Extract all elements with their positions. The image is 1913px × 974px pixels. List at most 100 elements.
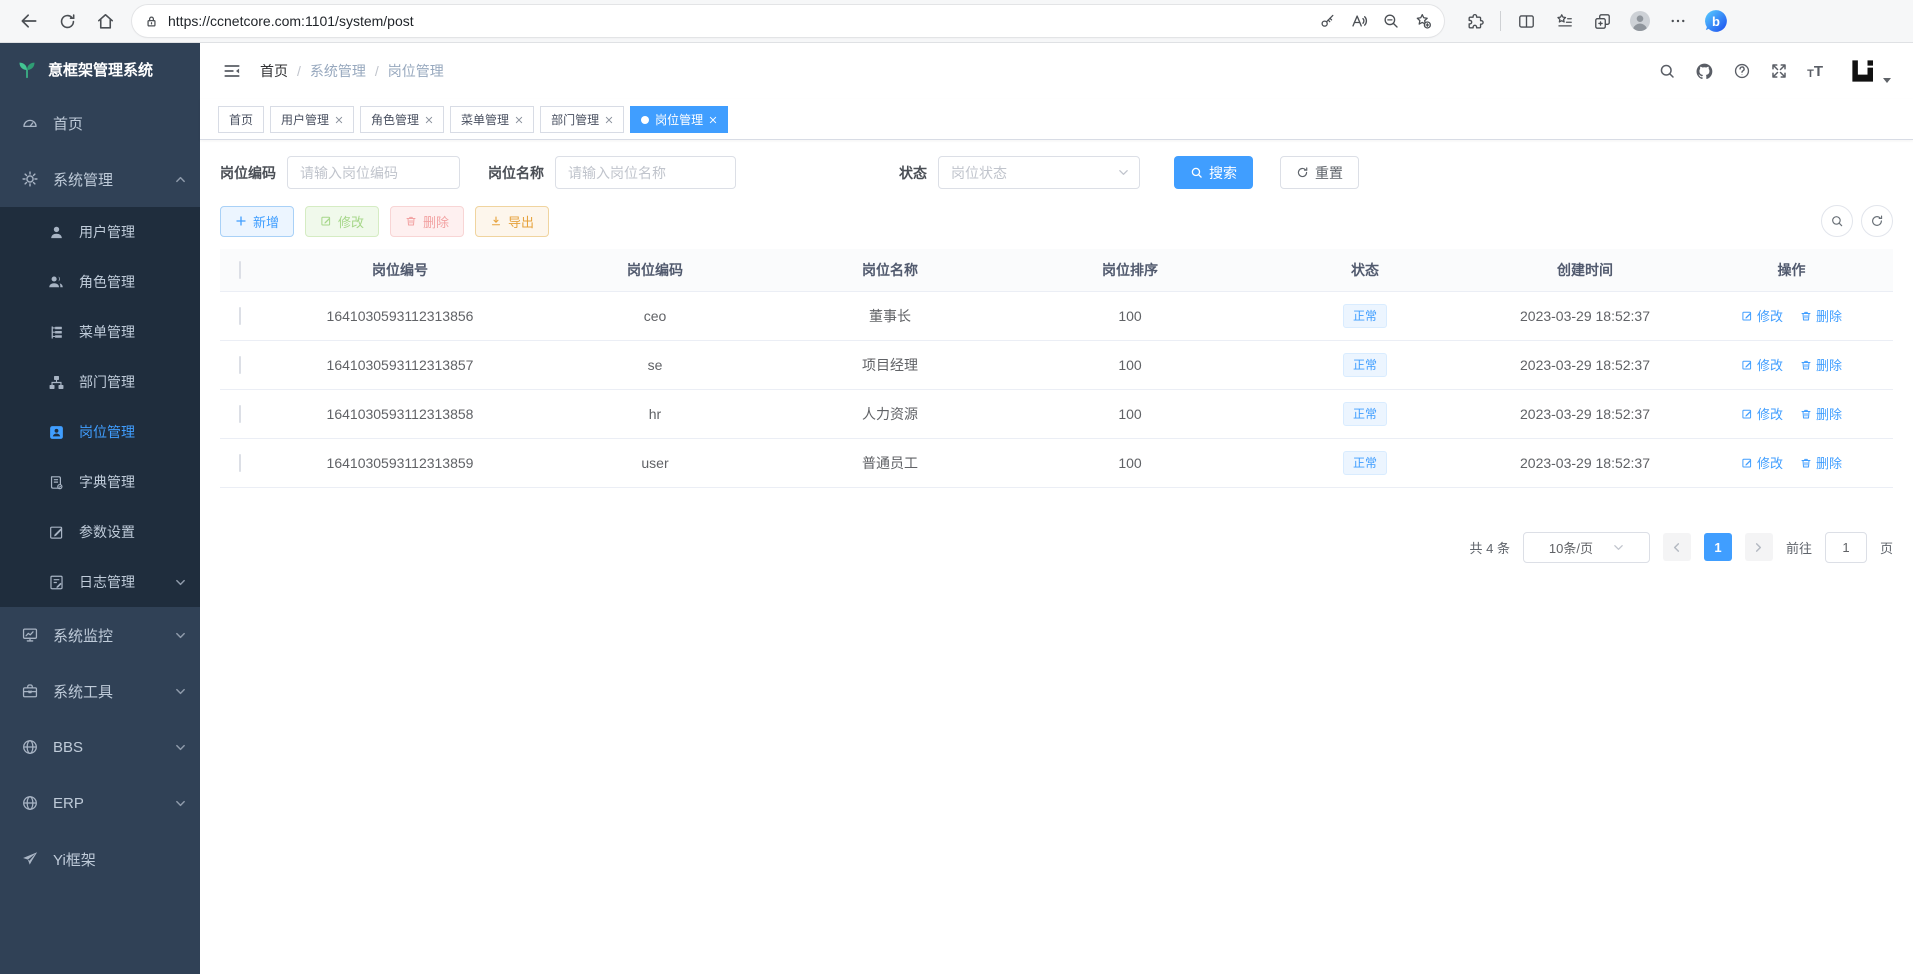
help-question-icon[interactable] — [1733, 62, 1751, 80]
sidebar-item-system-management[interactable]: 系统管理 — [0, 151, 200, 207]
tab-user-management[interactable]: 用户管理 — [270, 106, 354, 133]
add-button[interactable]: 新增 — [220, 206, 294, 237]
split-screen-icon[interactable] — [1509, 5, 1543, 37]
breadcrumb-separator: / — [297, 63, 301, 79]
delete-link-label: 删除 — [1816, 306, 1842, 325]
cell-post-code: hr — [540, 389, 770, 438]
text-size-icon[interactable]: TT — [1807, 63, 1823, 80]
delete-button[interactable]: 删除 — [390, 206, 464, 237]
read-aloud-icon[interactable] — [1344, 5, 1374, 37]
browser-home-button[interactable] — [88, 5, 122, 37]
monitor-icon — [20, 626, 40, 644]
table-row[interactable]: 1641030593112313858 hr 人力资源 100 正常 2023-… — [220, 389, 1893, 438]
app-logo-row[interactable]: 意框架管理系统 — [0, 43, 200, 95]
table-row[interactable]: 1641030593112313856 ceo 董事长 100 正常 2023-… — [220, 291, 1893, 340]
fullscreen-icon[interactable] — [1770, 62, 1788, 80]
reset-button-label: 重置 — [1315, 163, 1343, 183]
edit-button[interactable]: 修改 — [305, 206, 379, 237]
pagination-prev-button[interactable] — [1663, 533, 1691, 561]
sidebar-item-label: 角色管理 — [79, 272, 135, 292]
header-search-icon[interactable] — [1658, 62, 1676, 80]
sidebar-item-erp[interactable]: ERP — [0, 775, 200, 831]
sidebar-collapse-icon[interactable] — [222, 61, 242, 81]
row-checkbox[interactable] — [239, 405, 241, 423]
pagination-page-1[interactable]: 1 — [1704, 533, 1732, 561]
github-icon[interactable] — [1695, 62, 1714, 81]
row-checkbox[interactable] — [239, 307, 241, 325]
pagination-next-button[interactable] — [1745, 533, 1773, 561]
address-bar[interactable]: https://ccnetcore.com:1101/system/post — [132, 5, 1444, 37]
tab-post-management[interactable]: 岗位管理 — [630, 106, 728, 133]
tab-role-management[interactable]: 角色管理 — [360, 106, 444, 133]
zoom-out-icon[interactable] — [1376, 5, 1406, 37]
sidebar-item-system-tools[interactable]: 系统工具 — [0, 663, 200, 719]
search-button[interactable]: 搜索 — [1174, 156, 1253, 189]
close-icon[interactable] — [709, 116, 717, 124]
new-tab-group-icon[interactable] — [1585, 5, 1619, 37]
url-text[interactable]: https://ccnetcore.com:1101/system/post — [168, 13, 1312, 29]
page-size-value: 10条/页 — [1549, 538, 1593, 557]
browser-menu-ellipsis-icon[interactable] — [1661, 5, 1695, 37]
sidebar-item-user-management[interactable]: 用户管理 — [0, 207, 200, 257]
sidebar-item-parameter-settings[interactable]: 参数设置 — [0, 507, 200, 557]
user-avatar-logo[interactable] — [1848, 56, 1891, 86]
close-icon[interactable] — [335, 116, 343, 124]
tab-dept-management[interactable]: 部门管理 — [540, 106, 624, 133]
post-code-input[interactable] — [287, 156, 460, 189]
tab-menu-management[interactable]: 菜单管理 — [450, 106, 534, 133]
row-edit-link[interactable]: 修改 — [1741, 453, 1783, 472]
breadcrumb: 首页 / 系统管理 / 岗位管理 — [260, 61, 444, 81]
breadcrumb-home[interactable]: 首页 — [260, 61, 288, 81]
sidebar-item-dictionary-management[interactable]: 字典管理 — [0, 457, 200, 507]
sidebar-item-yi-framework[interactable]: Yi框架 — [0, 831, 200, 887]
sidebar-item-role-management[interactable]: 角色管理 — [0, 257, 200, 307]
browser-refresh-button[interactable] — [50, 5, 84, 37]
collections-icon[interactable] — [1547, 5, 1581, 37]
sidebar-item-menu-management[interactable]: 菜单管理 — [0, 307, 200, 357]
row-checkbox[interactable] — [239, 356, 241, 374]
bing-copilot-icon[interactable]: b — [1699, 5, 1733, 37]
status-select[interactable]: 岗位状态 — [938, 156, 1140, 189]
sidebar-item-system-monitor[interactable]: 系统监控 — [0, 607, 200, 663]
sidebar-item-bbs[interactable]: BBS — [0, 719, 200, 775]
tab-label: 首页 — [229, 111, 253, 128]
row-checkbox[interactable] — [239, 454, 241, 472]
row-edit-link[interactable]: 修改 — [1741, 404, 1783, 423]
table-row[interactable]: 1641030593112313857 se 项目经理 100 正常 2023-… — [220, 340, 1893, 389]
chevron-down-icon — [175, 630, 186, 641]
sidebar-item-post-management[interactable]: 岗位管理 — [0, 407, 200, 457]
column-header-post-sort: 岗位排序 — [1010, 249, 1250, 291]
row-delete-link[interactable]: 删除 — [1800, 404, 1842, 423]
row-delete-link[interactable]: 删除 — [1800, 453, 1842, 472]
sidebar-item-dept-management[interactable]: 部门管理 — [0, 357, 200, 407]
close-icon[interactable] — [605, 116, 613, 124]
row-edit-link[interactable]: 修改 — [1741, 355, 1783, 374]
row-delete-link[interactable]: 删除 — [1800, 355, 1842, 374]
password-key-icon[interactable] — [1312, 5, 1342, 37]
table-row[interactable]: 1641030593112313859 user 普通员工 100 正常 202… — [220, 438, 1893, 487]
cell-post-sort: 100 — [1010, 291, 1250, 340]
add-favorite-star-icon[interactable] — [1408, 5, 1438, 37]
post-name-label: 岗位名称 — [488, 163, 544, 183]
sidebar-item-log-management[interactable]: 日志管理 — [0, 557, 200, 607]
tab-home[interactable]: 首页 — [218, 106, 264, 133]
pagination-goto-input[interactable] — [1825, 532, 1867, 563]
select-all-checkbox[interactable] — [239, 261, 241, 279]
show-search-toggle-button[interactable] — [1821, 205, 1853, 237]
breadcrumb-system-management[interactable]: 系统管理 — [310, 61, 366, 81]
row-delete-link[interactable]: 删除 — [1800, 306, 1842, 325]
sidebar-item-home[interactable]: 首页 — [0, 95, 200, 151]
profile-avatar[interactable] — [1623, 5, 1657, 37]
extensions-puzzle-icon[interactable] — [1458, 5, 1492, 37]
chevron-down-icon — [1118, 167, 1129, 178]
page-size-select[interactable]: 10条/页 — [1523, 532, 1650, 563]
row-edit-link[interactable]: 修改 — [1741, 306, 1783, 325]
post-name-input[interactable] — [555, 156, 736, 189]
close-icon[interactable] — [515, 116, 523, 124]
browser-back-button[interactable] — [12, 5, 46, 37]
lock-icon[interactable] — [144, 14, 159, 29]
export-button[interactable]: 导出 — [475, 206, 549, 237]
refresh-table-button[interactable] — [1861, 205, 1893, 237]
close-icon[interactable] — [425, 116, 433, 124]
reset-button[interactable]: 重置 — [1280, 156, 1359, 189]
